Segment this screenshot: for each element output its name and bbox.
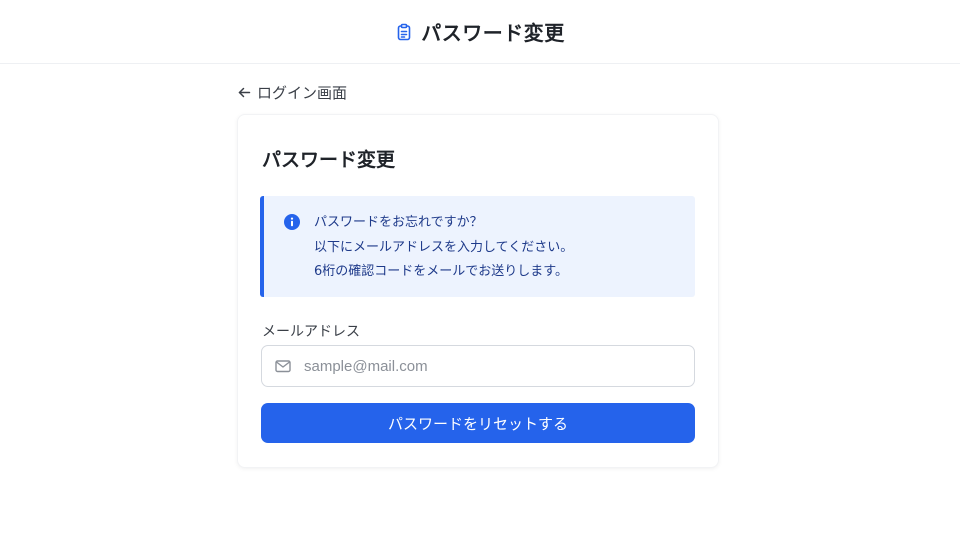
- reset-password-button[interactable]: パスワードをリセットする: [261, 403, 695, 443]
- card-title: パスワード変更: [262, 149, 396, 171]
- clipboard-icon: [395, 23, 413, 41]
- info-circle-icon: [284, 214, 300, 230]
- password-reset-card: パスワード変更 パスワードをお忘れですか？ 以下にメールアドレスを入力してくださ…: [237, 114, 719, 468]
- arrow-left-icon: [238, 86, 251, 99]
- email-field[interactable]: [261, 345, 695, 387]
- info-line: パスワードをお忘れですか？: [314, 215, 483, 230]
- mail-icon: [274, 357, 292, 375]
- email-label: メールアドレス: [262, 324, 360, 340]
- info-alert: パスワードをお忘れですか？ 以下にメールアドレスを入力してください。 6桁の確認…: [260, 196, 695, 297]
- info-line: 6桁の確認コードをメールでお送りします。: [314, 264, 568, 279]
- page-title: パスワード変更: [421, 21, 565, 45]
- email-input[interactable]: [304, 347, 684, 385]
- info-text: パスワードをお忘れですか？ 以下にメールアドレスを入力してください。 6桁の確認…: [314, 211, 573, 285]
- info-line: 以下にメールアドレスを入力してください。: [314, 239, 574, 255]
- back-link-label: ログイン画面: [257, 84, 348, 102]
- app-header: パスワード変更: [0, 0, 960, 64]
- back-to-login-link[interactable]: ログイン画面: [238, 82, 347, 103]
